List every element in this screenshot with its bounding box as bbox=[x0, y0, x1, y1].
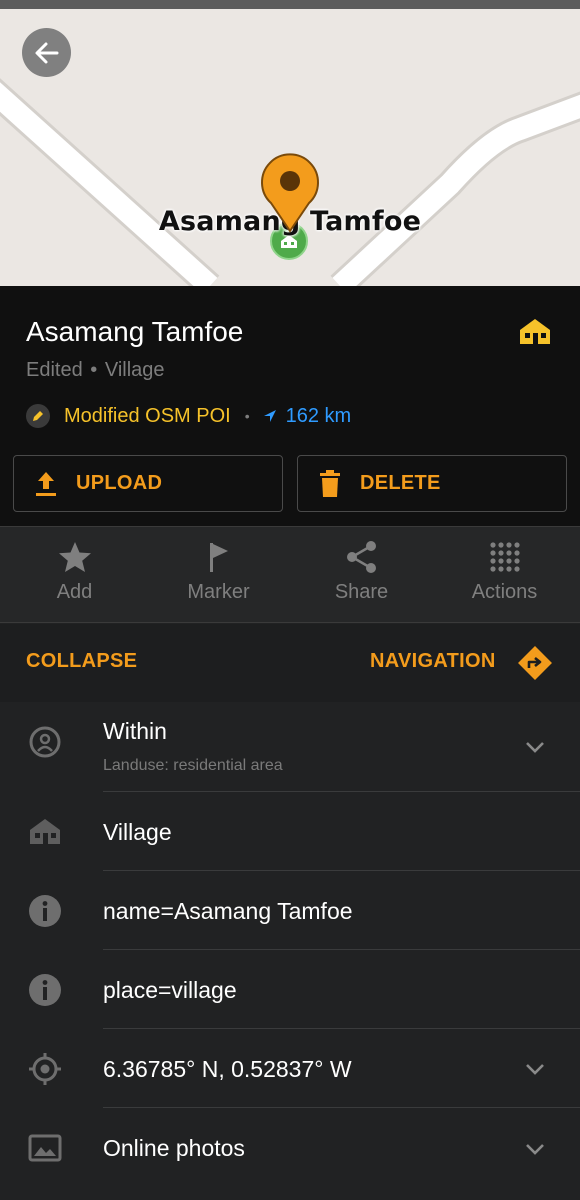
within-subtitle: Landuse: residential area bbox=[103, 757, 283, 774]
poi-subtitle: Edited • Village bbox=[26, 359, 165, 382]
dots-grid-icon bbox=[489, 542, 520, 572]
arrow-left-icon bbox=[35, 42, 58, 63]
navigation-diamond-icon[interactable] bbox=[516, 644, 554, 682]
delete-button-label: DELETE bbox=[360, 472, 441, 494]
action-actions[interactable]: Actions bbox=[432, 527, 577, 624]
status-bar bbox=[0, 0, 580, 9]
row-place-tag: place=village bbox=[0, 950, 580, 1029]
row-name-tag: name=Asamang Tamfoe bbox=[0, 871, 580, 950]
action-add-label: Add bbox=[56, 581, 93, 603]
location-pin-icon bbox=[261, 153, 319, 233]
chevron-down-icon[interactable] bbox=[524, 740, 546, 754]
share-icon bbox=[346, 541, 376, 573]
info-icon bbox=[29, 895, 61, 927]
star-icon bbox=[58, 542, 91, 572]
name-tag-value: name=Asamang Tamfoe bbox=[103, 898, 353, 924]
upload-button-label: UPLOAD bbox=[76, 472, 163, 494]
place-tag-value: place=village bbox=[103, 977, 237, 1003]
details-list: Within Landuse: residential area Village… bbox=[0, 702, 580, 1200]
navigation-button[interactable]: NAVIGATION bbox=[370, 650, 496, 673]
pencil-icon bbox=[26, 404, 50, 428]
status-separator: • bbox=[244, 408, 250, 424]
coordinates-value: 6.36785° N, 0.52837° W bbox=[103, 1056, 352, 1082]
poi-status-label: Modified OSM POI bbox=[64, 404, 231, 427]
action-share[interactable]: Share bbox=[289, 527, 434, 624]
online-photos-label: Online photos bbox=[103, 1135, 245, 1161]
action-add[interactable]: Add bbox=[2, 527, 147, 624]
direction-arrow-icon bbox=[263, 410, 276, 422]
poi-edit-status: Edited bbox=[26, 359, 83, 381]
action-actions-label: Actions bbox=[471, 581, 538, 603]
image-icon bbox=[28, 1134, 62, 1162]
poi-distance: 162 km bbox=[285, 404, 352, 427]
trash-icon bbox=[320, 469, 340, 497]
map-view[interactable]: Asamang Tamfoe bbox=[0, 9, 580, 286]
upload-button[interactable]: UPLOAD bbox=[13, 455, 283, 512]
action-share-label: Share bbox=[334, 581, 389, 603]
chevron-down-icon[interactable] bbox=[524, 1142, 546, 1156]
flag-icon bbox=[209, 543, 228, 572]
action-marker[interactable]: Marker bbox=[146, 527, 291, 624]
subtitle-separator: • bbox=[90, 359, 98, 381]
collapse-button[interactable]: COLLAPSE bbox=[26, 650, 137, 673]
back-button[interactable] bbox=[22, 28, 71, 77]
row-type: Village bbox=[0, 792, 580, 871]
crosshair-icon bbox=[29, 1053, 61, 1085]
poi-type: Village bbox=[104, 359, 165, 381]
info-icon bbox=[29, 974, 61, 1006]
house-icon bbox=[30, 819, 60, 844]
chevron-down-icon[interactable] bbox=[524, 1062, 546, 1076]
action-marker-label: Marker bbox=[187, 581, 250, 603]
collapse-navigation-row: COLLAPSE NAVIGATION bbox=[0, 624, 580, 702]
row-within[interactable]: Within Landuse: residential area bbox=[0, 702, 580, 792]
actions-bar: Add Marker Share Actions bbox=[0, 526, 580, 623]
poi-title: Asamang Tamfoe bbox=[26, 316, 244, 347]
row-online-photos[interactable]: Online photos bbox=[0, 1108, 580, 1188]
delete-button[interactable]: DELETE bbox=[297, 455, 567, 512]
poi-status-row: Modified OSM POI • 162 km bbox=[26, 402, 351, 430]
location-circle-icon bbox=[29, 726, 61, 758]
within-title: Within bbox=[103, 718, 167, 744]
row-coordinates[interactable]: 6.36785° N, 0.52837° W bbox=[0, 1029, 580, 1108]
house-icon bbox=[520, 319, 550, 344]
upload-icon bbox=[36, 471, 56, 496]
type-value: Village bbox=[103, 819, 172, 845]
